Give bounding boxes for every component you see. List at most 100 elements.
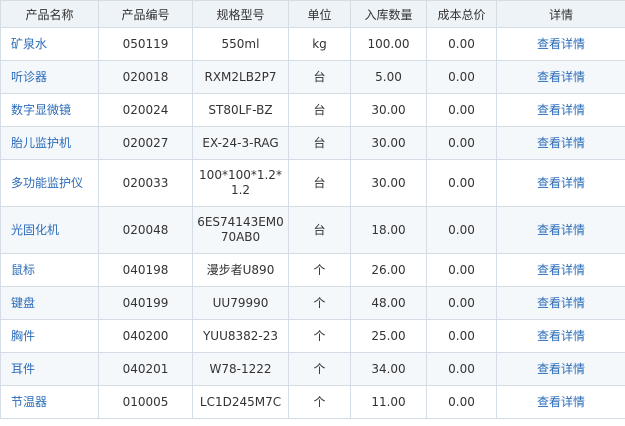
cell-product-code: 020033 bbox=[98, 159, 193, 207]
cell-product-code: 020048 bbox=[98, 206, 193, 254]
cell-unit: 个 bbox=[288, 385, 351, 419]
cell-product-name: 键盘 bbox=[0, 286, 99, 320]
table-row: 耳件 040201 W78-1222 个 34.00 0.00 查看详情 bbox=[0, 352, 625, 386]
view-detail-link[interactable]: 查看详情 bbox=[537, 37, 585, 51]
table-row: 胎儿监护机 020027 EX-24-3-RAG 台 30.00 0.00 查看详情 bbox=[0, 126, 625, 160]
cell-unit: 台 bbox=[288, 93, 351, 127]
cell-spec-model: 漫步者U890 bbox=[192, 253, 289, 287]
cell-unit: 个 bbox=[288, 253, 351, 287]
table-body: 矿泉水 050119 550ml kg 100.00 0.00 查看详情 听诊器 020018 R… bbox=[0, 27, 625, 419]
view-detail-link[interactable]: 查看详情 bbox=[537, 176, 585, 190]
table-row: 键盘 040199 UU79990 个 48.00 0.00 查看详情 bbox=[0, 286, 625, 320]
cell-detail: 查看详情 bbox=[496, 206, 625, 254]
cell-product-name: 节温器 bbox=[0, 385, 99, 419]
cell-unit: 个 bbox=[288, 319, 351, 353]
cell-spec-model: LC1D245M7C bbox=[192, 385, 289, 419]
cell-detail: 查看详情 bbox=[496, 27, 625, 61]
view-detail-link[interactable]: 查看详情 bbox=[537, 329, 585, 343]
cell-unit: 台 bbox=[288, 206, 351, 254]
table-row: 多功能监护仪 020033 100*100*1.2*1.2 台 30.00 0.00 查看详… bbox=[0, 159, 625, 207]
table-row: 听诊器 020018 RXM2LB2P7 台 5.00 0.00 查看详情 bbox=[0, 60, 625, 94]
cell-total-cost: 0.00 bbox=[426, 206, 497, 254]
cell-product-code: 040200 bbox=[98, 319, 193, 353]
cell-total-cost: 0.00 bbox=[426, 93, 497, 127]
cell-product-code: 040201 bbox=[98, 352, 193, 386]
cell-detail: 查看详情 bbox=[496, 319, 625, 353]
cell-spec-model: UU79990 bbox=[192, 286, 289, 320]
cell-product-name: 耳件 bbox=[0, 352, 99, 386]
cell-total-cost: 0.00 bbox=[426, 352, 497, 386]
cell-detail: 查看详情 bbox=[496, 60, 625, 94]
cell-spec-model: RXM2LB2P7 bbox=[192, 60, 289, 94]
column-header-cost: 成本总价 bbox=[426, 0, 497, 28]
cell-unit: 台 bbox=[288, 126, 351, 160]
cell-quantity: 25.00 bbox=[350, 319, 427, 353]
cell-total-cost: 0.00 bbox=[426, 286, 497, 320]
cell-quantity: 30.00 bbox=[350, 93, 427, 127]
cell-quantity: 11.00 bbox=[350, 385, 427, 419]
view-detail-link[interactable]: 查看详情 bbox=[537, 103, 585, 117]
cell-total-cost: 0.00 bbox=[426, 159, 497, 207]
cell-detail: 查看详情 bbox=[496, 93, 625, 127]
column-header-code: 产品编号 bbox=[98, 0, 193, 28]
table-row: 节温器 010005 LC1D245M7C 个 11.00 0.00 查看详情 bbox=[0, 385, 625, 419]
table-row: 胸件 040200 YUU8382-23 个 25.00 0.00 查看详情 bbox=[0, 319, 625, 353]
view-detail-link[interactable]: 查看详情 bbox=[537, 223, 585, 237]
cell-product-code: 040199 bbox=[98, 286, 193, 320]
cell-product-code: 020024 bbox=[98, 93, 193, 127]
column-header-unit: 单位 bbox=[288, 0, 351, 28]
cell-product-name: 听诊器 bbox=[0, 60, 99, 94]
view-detail-link[interactable]: 查看详情 bbox=[537, 70, 585, 84]
cell-product-code: 010005 bbox=[98, 385, 193, 419]
cell-unit: 台 bbox=[288, 159, 351, 207]
cell-spec-model: ST80LF-BZ bbox=[192, 93, 289, 127]
cell-quantity: 5.00 bbox=[350, 60, 427, 94]
cell-detail: 查看详情 bbox=[496, 352, 625, 386]
table-header: 产品名称 产品编号 规格型号 单位 入库数量 成本总价 详情 bbox=[0, 0, 625, 28]
cell-product-code: 020018 bbox=[98, 60, 193, 94]
view-detail-link[interactable]: 查看详情 bbox=[537, 263, 585, 277]
inventory-table: 产品名称 产品编号 规格型号 单位 入库数量 成本总价 详情 矿泉水 050119… bbox=[0, 0, 625, 419]
cell-quantity: 48.00 bbox=[350, 286, 427, 320]
cell-quantity: 18.00 bbox=[350, 206, 427, 254]
cell-product-name: 光固化机 bbox=[0, 206, 99, 254]
cell-spec-model: W78-1222 bbox=[192, 352, 289, 386]
cell-detail: 查看详情 bbox=[496, 159, 625, 207]
view-detail-link[interactable]: 查看详情 bbox=[537, 136, 585, 150]
column-header-qty: 入库数量 bbox=[350, 0, 427, 28]
cell-detail: 查看详情 bbox=[496, 126, 625, 160]
cell-total-cost: 0.00 bbox=[426, 126, 497, 160]
cell-total-cost: 0.00 bbox=[426, 385, 497, 419]
cell-total-cost: 0.00 bbox=[426, 253, 497, 287]
header-row: 产品名称 产品编号 规格型号 单位 入库数量 成本总价 详情 bbox=[0, 0, 625, 28]
cell-spec-model: 100*100*1.2*1.2 bbox=[192, 159, 289, 207]
cell-product-name: 多功能监护仪 bbox=[0, 159, 99, 207]
cell-unit: 台 bbox=[288, 60, 351, 94]
cell-product-name: 鼠标 bbox=[0, 253, 99, 287]
cell-total-cost: 0.00 bbox=[426, 60, 497, 94]
cell-spec-model: 550ml bbox=[192, 27, 289, 61]
cell-spec-model: 6ES74143EM070AB0 bbox=[192, 206, 289, 254]
column-header-spec: 规格型号 bbox=[192, 0, 289, 28]
view-detail-link[interactable]: 查看详情 bbox=[537, 296, 585, 310]
cell-unit: 个 bbox=[288, 286, 351, 320]
cell-product-code: 050119 bbox=[98, 27, 193, 61]
table-row: 矿泉水 050119 550ml kg 100.00 0.00 查看详情 bbox=[0, 27, 625, 61]
cell-quantity: 100.00 bbox=[350, 27, 427, 61]
cell-product-name: 矿泉水 bbox=[0, 27, 99, 61]
cell-product-name: 胎儿监护机 bbox=[0, 126, 99, 160]
table-row: 光固化机 020048 6ES74143EM070AB0 台 18.00 0.00 查看详情 bbox=[0, 206, 625, 254]
table-row: 鼠标 040198 漫步者U890 个 26.00 0.00 查看详情 bbox=[0, 253, 625, 287]
column-header-name: 产品名称 bbox=[0, 0, 99, 28]
cell-unit: kg bbox=[288, 27, 351, 61]
view-detail-link[interactable]: 查看详情 bbox=[537, 395, 585, 409]
cell-detail: 查看详情 bbox=[496, 385, 625, 419]
cell-total-cost: 0.00 bbox=[426, 27, 497, 61]
cell-detail: 查看详情 bbox=[496, 286, 625, 320]
cell-product-name: 胸件 bbox=[0, 319, 99, 353]
cell-spec-model: YUU8382-23 bbox=[192, 319, 289, 353]
cell-quantity: 30.00 bbox=[350, 159, 427, 207]
view-detail-link[interactable]: 查看详情 bbox=[537, 362, 585, 376]
cell-product-name: 数字显微镜 bbox=[0, 93, 99, 127]
cell-quantity: 30.00 bbox=[350, 126, 427, 160]
